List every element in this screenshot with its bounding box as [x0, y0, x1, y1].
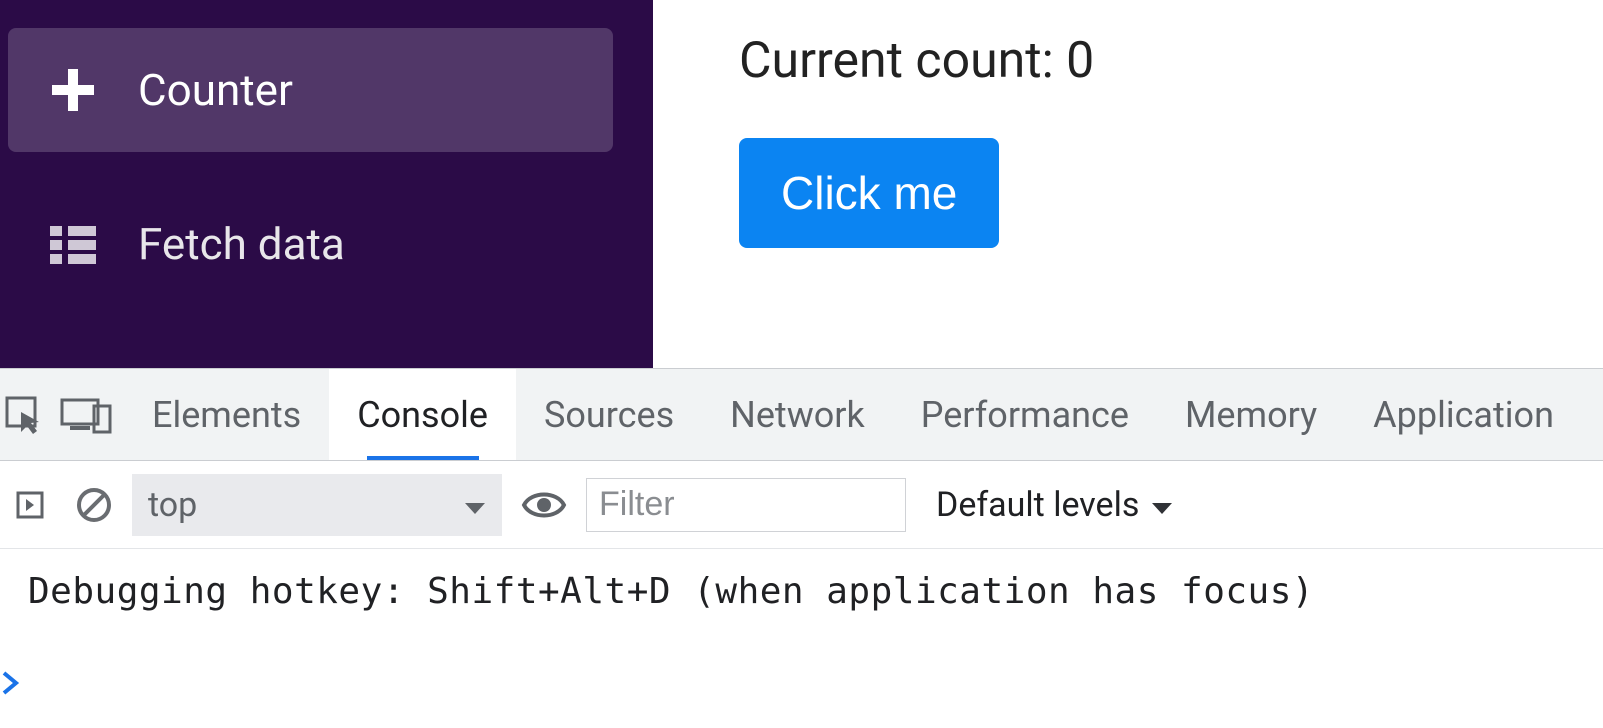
tab-console[interactable]: Console — [329, 369, 516, 460]
clear-console-icon[interactable] — [68, 479, 120, 531]
chevron-down-icon — [1151, 485, 1173, 525]
tab-elements[interactable]: Elements — [124, 369, 329, 460]
count-value: 0 — [1066, 32, 1094, 90]
console-output: Debugging hotkey: Shift+Alt+D (when appl… — [0, 549, 1603, 728]
levels-label: Default levels — [936, 485, 1139, 525]
devtools-tabbar: Elements Console Sources Network Perform… — [0, 369, 1603, 461]
count-label-prefix: Current count: — [739, 32, 1066, 90]
console-filter-input[interactable] — [586, 478, 906, 532]
inspect-element-icon[interactable] — [0, 369, 48, 460]
tab-performance[interactable]: Performance — [893, 369, 1157, 460]
plus-icon — [48, 65, 98, 115]
tab-application[interactable]: Application — [1345, 369, 1582, 460]
devtools-left-controls — [0, 369, 124, 460]
main-panel: Current count: 0 Click me — [653, 0, 1603, 368]
console-prompt-caret-icon[interactable] — [2, 669, 20, 702]
context-selected-label: top — [148, 485, 197, 525]
sidebar-item-counter[interactable]: Counter — [8, 28, 613, 152]
count-display: Current count: 0 — [739, 32, 1603, 90]
tab-memory[interactable]: Memory — [1157, 369, 1345, 460]
tab-security[interactable]: Secu — [1582, 369, 1603, 460]
devtools-panel: Elements Console Sources Network Perform… — [0, 368, 1603, 728]
sidebar-item-fetch-data[interactable]: Fetch data — [8, 182, 613, 306]
toggle-device-toolbar-icon[interactable] — [48, 369, 124, 460]
console-sidebar-toggle-icon[interactable] — [4, 479, 56, 531]
live-expression-icon[interactable] — [514, 475, 574, 535]
chevron-down-icon — [464, 485, 486, 525]
tab-sources[interactable]: Sources — [516, 369, 702, 460]
log-levels-select[interactable]: Default levels — [918, 485, 1173, 525]
tab-network[interactable]: Network — [702, 369, 893, 460]
console-log-message: Debugging hotkey: Shift+Alt+D (when appl… — [28, 571, 1575, 612]
sidebar: Counter Fetch data — [0, 0, 653, 368]
execution-context-select[interactable]: top — [132, 474, 502, 536]
list-icon — [48, 219, 98, 269]
sidebar-item-label: Counter — [138, 64, 293, 116]
application-split: Counter Fetch data Current count: 0 Clic… — [0, 0, 1603, 368]
click-me-button[interactable]: Click me — [739, 138, 999, 248]
sidebar-item-label: Fetch data — [138, 218, 345, 270]
console-toolbar: top Default levels — [0, 461, 1603, 549]
